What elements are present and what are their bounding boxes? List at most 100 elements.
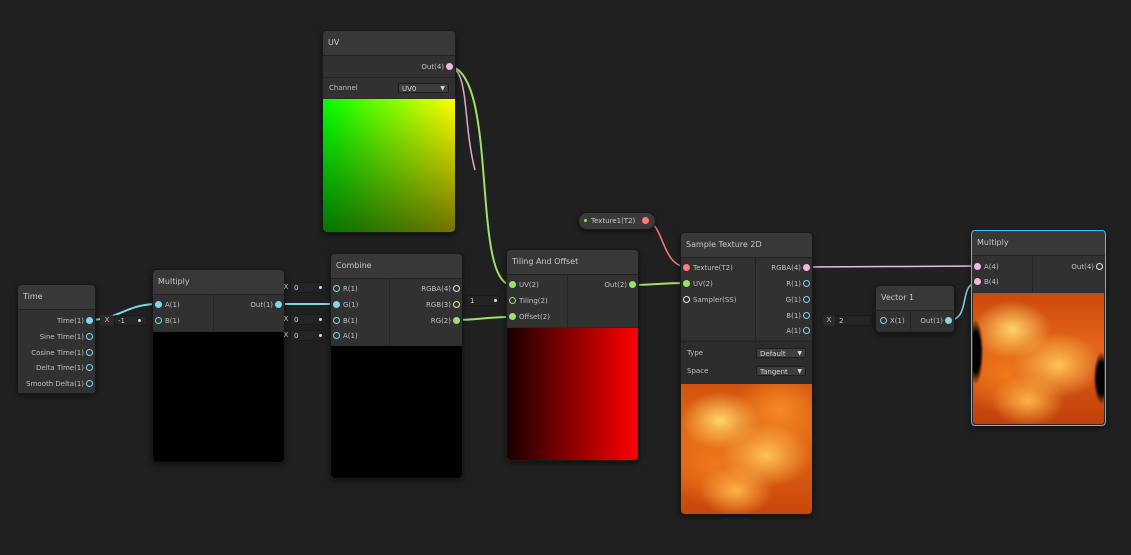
port-circle-icon[interactable] [155,317,162,324]
port-circle-icon[interactable] [974,278,981,285]
vector1-node[interactable]: Vector 1 X(1) Out(1) [875,285,955,333]
tiling-tiling-input[interactable]: Tiling(2) [507,295,548,307]
time-output[interactable]: Time(1) [57,315,95,327]
port-circle-icon[interactable] [803,280,810,287]
combine-b-field[interactable]: 0 [290,314,322,325]
port-circle-icon[interactable] [86,380,93,387]
space-dropdown[interactable]: Tangent ▼ [756,366,806,376]
multiply-node-2[interactable]: Multiply A(4) B(4) Out(4) [971,230,1106,426]
node-title: Tiling And Offset [507,250,638,275]
multiply-b-field-label: X [100,315,114,326]
port-circle-icon[interactable] [86,317,93,324]
combine-rgb-output[interactable]: RGB(3) [426,299,462,311]
combine-a-input[interactable]: A(1) [331,330,358,342]
port-circle-icon[interactable] [509,313,516,320]
tiling-out-output[interactable]: Out(2) [604,279,638,291]
multiply2-preview [973,293,1104,424]
sample-g-output[interactable]: G(1) [786,294,812,306]
wire-sample-to-multiply [805,265,981,268]
port-circle-icon[interactable] [86,349,93,356]
tiling-uv-input[interactable]: UV(2) [507,279,539,291]
port-circle-icon[interactable] [629,281,636,288]
uv-out-output[interactable]: Out(4) [421,61,455,73]
multiply-b-field[interactable]: -1 [114,315,148,326]
multiply-node-1[interactable]: Multiply A(1) B(1) Out(1) [152,269,285,463]
port-circle-icon[interactable] [945,317,952,324]
sample-r-output[interactable]: R(1) [786,278,812,290]
port-circle-icon[interactable] [683,280,690,287]
type-dropdown[interactable]: Default ▼ [756,348,806,358]
combine-r-input[interactable]: R(1) [331,283,358,295]
port-circle-icon[interactable] [803,312,810,319]
multiply-b-input[interactable]: B(1) [153,315,180,327]
multiply2-out-output[interactable]: Out(4) [1071,261,1105,273]
port-circle-icon[interactable] [155,301,162,308]
port-circle-icon[interactable] [446,63,453,70]
sample-texture-input[interactable]: Texture(T2) [681,262,733,274]
texture-property-label: Texture1(T2) [591,217,636,225]
sample-uv-input[interactable]: UV(2) [681,278,713,290]
vector-field-label: X [823,315,835,326]
port-circle-icon[interactable] [683,264,690,271]
node-title: UV [323,31,455,56]
sine-time-output[interactable]: Sine Time(1) [40,331,95,343]
uv-node[interactable]: UV Out(4) Channel UV0 ▼ [322,30,456,233]
port-circle-icon[interactable] [803,264,810,271]
vector-field[interactable]: 2 [835,315,871,326]
port-circle-icon[interactable] [509,297,516,304]
port-circle-icon[interactable] [803,327,810,334]
vector-out-output[interactable]: Out(1) [920,315,954,327]
sample-b-output[interactable]: B(1) [786,310,812,322]
vector-x-input[interactable]: X(1) [878,315,905,327]
combine-r-field[interactable]: 0 [290,282,322,293]
combine-g-input[interactable]: G(1) [331,299,358,311]
tiling-offset-input[interactable]: Offset(2) [507,311,550,323]
tiling-offset-node[interactable]: Tiling And Offset UV(2) Tiling(2) Offset… [506,249,639,461]
sample-texture-node[interactable]: Sample Texture 2D Texture(T2) UV(2) Samp… [680,232,813,515]
port-circle-icon[interactable] [642,217,649,224]
port-circle-icon[interactable] [683,296,690,303]
multiply-out-output[interactable]: Out(1) [250,299,284,311]
port-circle-icon[interactable] [803,296,810,303]
port-circle-icon[interactable] [86,364,93,371]
combine-a-field[interactable]: 0 [290,330,322,341]
sample-settings: Type Default ▼ Space Tangent ▼ [681,341,812,384]
port-circle-icon[interactable] [333,332,340,339]
port-circle-icon[interactable] [333,301,340,308]
port-circle-icon[interactable] [880,317,887,324]
port-circle-icon[interactable] [453,317,460,324]
texture-property-node[interactable]: Texture1(T2) [578,212,656,230]
time-node[interactable]: Time Time(1) Sine Time(1) Cosine Time(1)… [17,284,96,394]
port-circle-icon[interactable] [333,317,340,324]
node-title: Multiply [972,231,1105,256]
sample-a-output[interactable]: A(1) [786,325,812,337]
combine-node[interactable]: Combine R(1) G(1) B(1) A(1) RGBA(4) RGB(… [330,253,463,479]
combine-rgba-output[interactable]: RGBA(4) [421,283,462,295]
combine-rg-output[interactable]: RG(2) [431,315,462,327]
combine-b-input[interactable]: B(1) [331,315,358,327]
port-circle-icon[interactable] [509,281,516,288]
node-body: UV(2) Tiling(2) Offset(2) Out(2) [507,275,638,327]
node-body: Texture(T2) UV(2) Sampler(SS) RGBA(4) R(… [681,258,812,340]
multiply-a-input[interactable]: A(1) [153,299,180,311]
port-circle-icon[interactable] [453,285,460,292]
port-divider [755,258,756,340]
multiply2-a-input[interactable]: A(4) [972,261,999,273]
port-circle-icon[interactable] [333,285,340,292]
node-body: R(1) G(1) B(1) A(1) RGBA(4) RGB(3) RG(2) [331,279,462,345]
multiply2-b-input[interactable]: B(4) [972,276,999,288]
chevron-down-icon: ▼ [797,350,802,357]
smooth-delta-output[interactable]: Smooth Delta(1) [26,378,95,390]
sample-rgba-output[interactable]: RGBA(4) [771,262,812,274]
port-circle-icon[interactable] [1096,263,1103,270]
port-circle-icon[interactable] [453,301,460,308]
uv-divider [323,77,455,78]
combine-r-connector-dot [319,286,322,289]
port-circle-icon[interactable] [974,263,981,270]
port-circle-icon[interactable] [275,301,282,308]
delta-time-output[interactable]: Delta Time(1) [36,362,95,374]
sample-sampler-input[interactable]: Sampler(SS) [681,294,736,306]
port-circle-icon[interactable] [86,333,93,340]
cosine-time-output[interactable]: Cosine Time(1) [31,347,95,359]
channel-dropdown[interactable]: UV0 ▼ [398,83,449,93]
